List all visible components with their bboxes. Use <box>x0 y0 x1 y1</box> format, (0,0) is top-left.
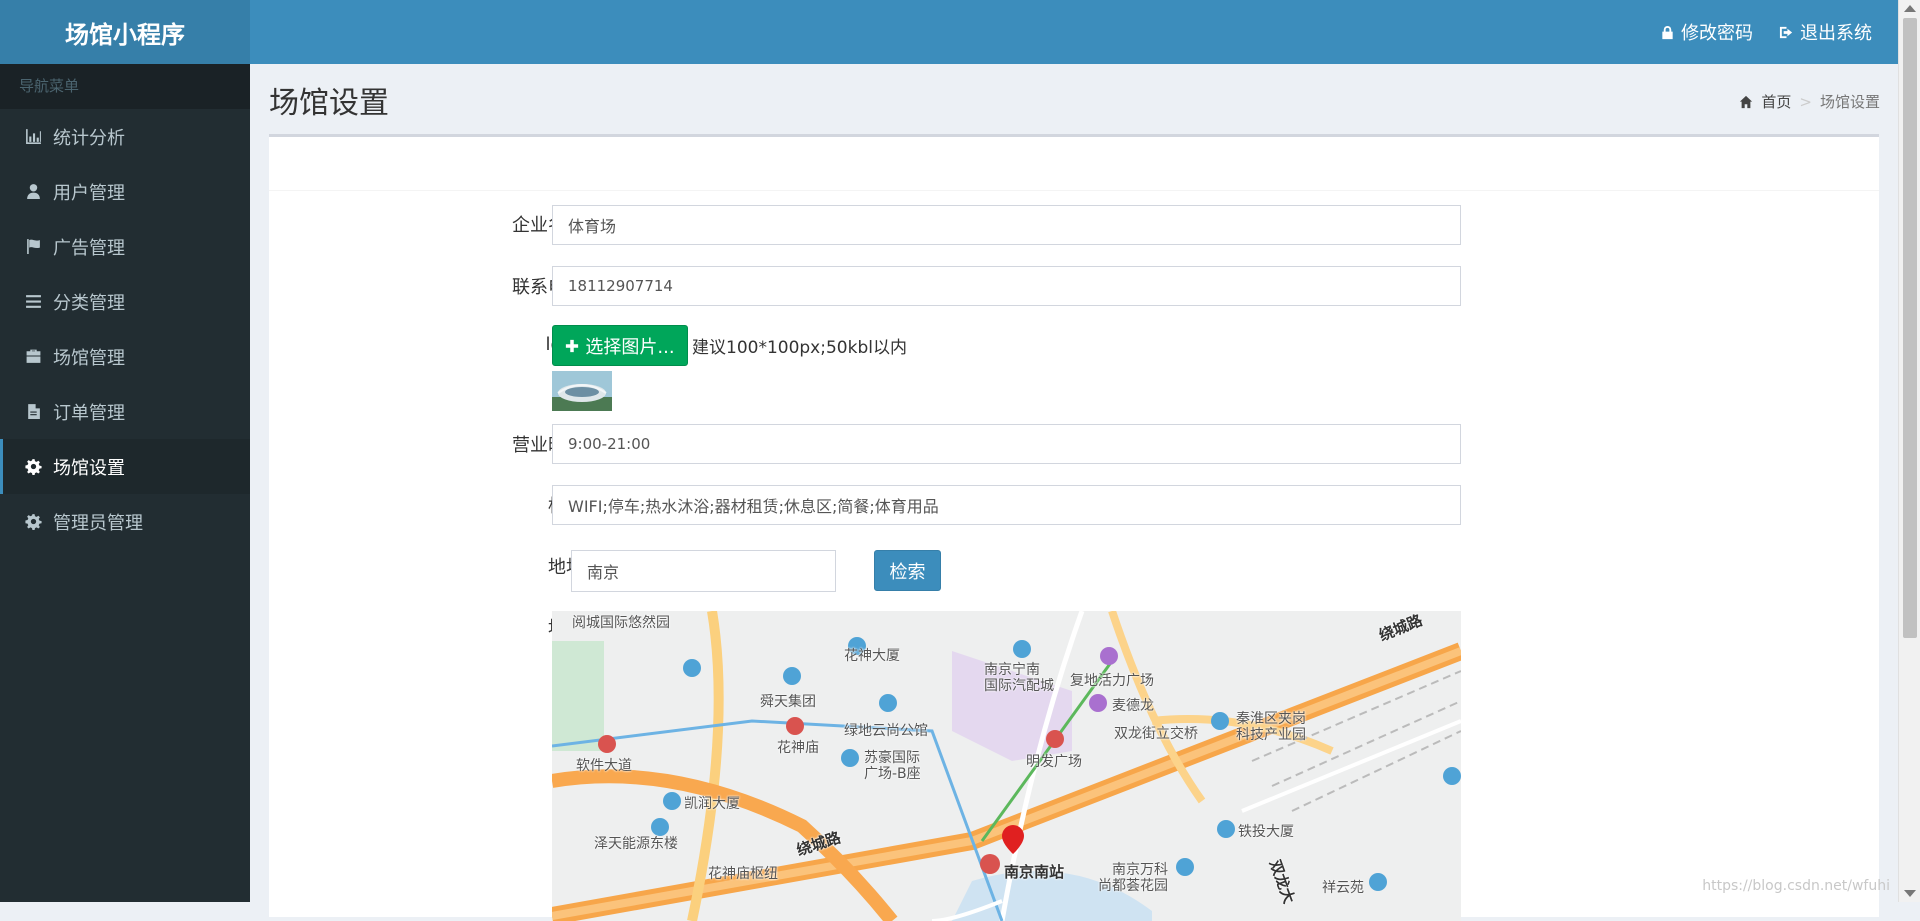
map-place: 花神庙枢纽 <box>708 866 778 882</box>
logo-thumbnail[interactable] <box>552 371 612 411</box>
sidebar-item-venues[interactable]: 场馆管理 <box>0 329 250 384</box>
gear-icon <box>25 513 42 530</box>
change-password-link[interactable]: 修改密码 <box>1660 19 1753 45</box>
map-place: 花神大厦 <box>844 648 900 664</box>
map-place: 舜天集团 <box>760 694 816 710</box>
scroll-up-arrow[interactable] <box>1904 5 1916 12</box>
sidebar-item-statistics[interactable]: 统计分析 <box>0 109 250 164</box>
sidebar-item-venue-settings[interactable]: 场馆设置 <box>0 439 250 494</box>
phone-input[interactable]: 18112907714 <box>552 266 1461 306</box>
sidebar-item-admins[interactable]: 管理员管理 <box>0 494 250 549</box>
page-title: 场馆设置 <box>269 86 389 121</box>
map-place: 花神庙 <box>777 740 819 756</box>
sidebar-item-label: 用户管理 <box>53 182 125 204</box>
search-button[interactable]: 检索 <box>874 550 941 591</box>
plus-icon <box>566 339 579 352</box>
tags-input[interactable]: WIFI;停车;热水沐浴;器材租赁;休息区;简餐;体育用品 <box>552 485 1461 525</box>
map-place: 麦德龙 <box>1112 698 1154 714</box>
map-place: 国际汽配城 <box>984 678 1054 694</box>
logout-label: 退出系统 <box>1800 23 1872 44</box>
sidebar-item-label: 管理员管理 <box>53 512 143 534</box>
map-place: 明发广场 <box>1026 754 1082 770</box>
bar-chart-icon <box>25 128 42 145</box>
map-place: 尚都荟花园 <box>1098 878 1168 894</box>
nav-header: 导航菜单 <box>0 64 250 109</box>
logo-hint: 建议100*100px;50kbl以内 <box>692 338 907 358</box>
map-place: 泽天能源东楼 <box>594 836 678 852</box>
map-place: 广场-B座 <box>864 766 921 782</box>
choose-image-button[interactable]: 选择图片... <box>552 325 688 366</box>
map-place: 软件大道 <box>576 758 632 774</box>
address-label: 地址 <box>548 557 584 578</box>
box-header <box>269 137 1879 191</box>
app-logo[interactable]: 场馆小程序 <box>0 0 250 64</box>
home-icon <box>1740 95 1753 108</box>
sidebar-item-ads[interactable]: 广告管理 <box>0 219 250 274</box>
sidebar-item-label: 场馆设置 <box>53 457 125 479</box>
hours-input[interactable]: 9:00-21:00 <box>552 424 1461 464</box>
sidebar-item-label: 场馆管理 <box>53 347 125 369</box>
scroll-thumb[interactable] <box>1903 18 1917 638</box>
logout-link[interactable]: 退出系统 <box>1779 19 1872 45</box>
breadcrumb-separator: > <box>1799 92 1812 111</box>
flag-icon <box>25 238 42 255</box>
user-icon <box>25 183 42 200</box>
gear-icon <box>25 458 42 475</box>
sidebar-item-orders[interactable]: 订单管理 <box>0 384 250 439</box>
sidebar-item-label: 分类管理 <box>53 292 125 314</box>
map-view[interactable]: 阅城国际悠然园 花神大厦 南京宁南 国际汽配城 复地活力广场 麦德龙 秦淮区夹岗… <box>552 611 1461 921</box>
sign-out-icon <box>1779 26 1793 38</box>
map-place: 铁投大厦 <box>1238 824 1294 840</box>
watermark: https://blog.csdn.net/wfuhi <box>1702 878 1890 894</box>
map-place: 凯润大厦 <box>684 796 740 812</box>
breadcrumb-home[interactable]: 首页 <box>1761 91 1791 112</box>
change-password-label: 修改密码 <box>1681 23 1753 44</box>
map-place: 双龙街立交桥 <box>1114 726 1198 742</box>
page-scrollbar[interactable] <box>1898 0 1920 902</box>
map-place: 复地活力广场 <box>1070 673 1154 689</box>
breadcrumb: 首页 > 场馆设置 <box>1739 91 1880 112</box>
map-place: 绿地云尚公馆 <box>844 723 928 739</box>
sidebar-item-label: 统计分析 <box>53 127 125 149</box>
map-place: 南京南站 <box>1004 863 1065 881</box>
top-navbar: 修改密码 退出系统 <box>250 0 1898 64</box>
sidebar-item-label: 广告管理 <box>53 237 125 259</box>
company-name-input[interactable]: 体育场 <box>552 205 1461 245</box>
sidebar-item-users[interactable]: 用户管理 <box>0 164 250 219</box>
settings-box: 企业名称 体育场 联系电话 18112907714 logo 选择图片... 建… <box>269 134 1879 921</box>
file-icon <box>25 403 42 420</box>
lock-icon <box>1662 25 1673 39</box>
map-place: 阅城国际悠然园 <box>572 615 670 631</box>
sidebar: 场馆小程序 导航菜单 统计分析 用户管理 广告管理 分类管理 场馆管理 订单管理… <box>0 0 250 902</box>
map-place: 科技产业园 <box>1236 727 1306 743</box>
sidebar-item-categories[interactable]: 分类管理 <box>0 274 250 329</box>
address-input[interactable]: 南京 <box>571 550 836 592</box>
scroll-down-arrow[interactable] <box>1904 890 1916 897</box>
sidebar-item-label: 订单管理 <box>53 402 125 424</box>
map-place: 祥云苑 <box>1322 880 1364 896</box>
breadcrumb-current: 场馆设置 <box>1819 93 1880 111</box>
choose-image-label: 选择图片... <box>585 336 675 358</box>
list-icon <box>25 293 42 310</box>
briefcase-icon <box>25 348 42 365</box>
